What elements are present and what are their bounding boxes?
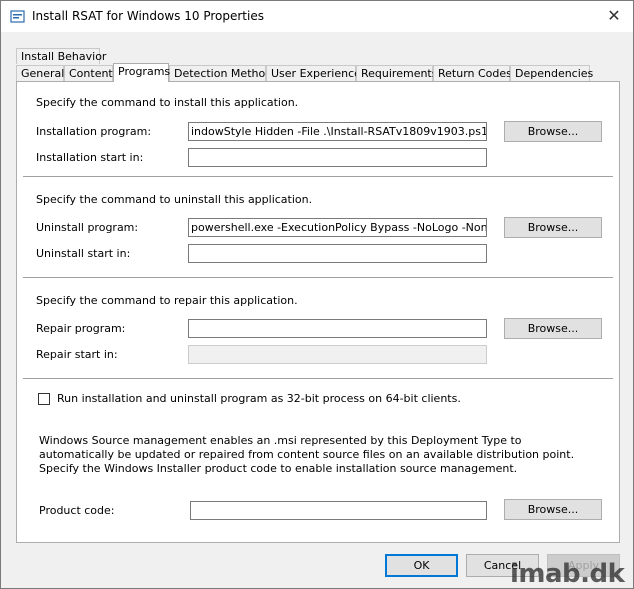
uninstall-program-field[interactable]: powershell.exe -ExecutionPolicy Bypass -…: [188, 218, 487, 237]
product-code-field[interactable]: [190, 501, 487, 520]
title-bar: Install RSAT for Windows 10 Properties ✕: [1, 1, 633, 32]
tab-content[interactable]: Content: [64, 65, 113, 81]
install-heading: Specify the command to install this appl…: [36, 96, 299, 109]
close-icon: ✕: [607, 6, 621, 25]
repair-program-field[interactable]: [188, 319, 487, 338]
repair-start-in-field: [188, 345, 487, 364]
tab-requirements[interactable]: Requirements: [356, 65, 437, 81]
product-code-browse-button[interactable]: Browse...: [504, 499, 602, 520]
checkbox-icon[interactable]: [38, 393, 50, 405]
repair-program-label: Repair program:: [36, 322, 126, 335]
uninstall-program-label: Uninstall program:: [36, 221, 139, 234]
installation-program-label: Installation program:: [36, 125, 152, 138]
window-title: Install RSAT for Windows 10 Properties: [32, 9, 264, 23]
repair-start-in-label: Repair start in:: [36, 348, 118, 361]
repair-browse-button[interactable]: Browse...: [504, 318, 602, 339]
close-button[interactable]: ✕: [599, 5, 629, 27]
uninstall-heading: Specify the command to uninstall this ap…: [36, 193, 313, 206]
uninstall-browse-button[interactable]: Browse...: [504, 217, 602, 238]
product-code-label: Product code:: [39, 504, 115, 517]
uninstall-start-in-field[interactable]: [188, 244, 487, 263]
separator: [23, 277, 613, 279]
installation-start-in-field[interactable]: [188, 148, 487, 167]
ok-button[interactable]: OK: [385, 554, 458, 577]
tab-install-behavior[interactable]: Install Behavior: [16, 48, 106, 64]
properties-dialog: Install RSAT for Windows 10 Properties ✕…: [0, 0, 634, 589]
separator: [23, 176, 613, 178]
tab-programs[interactable]: Programs: [113, 63, 170, 82]
app-icon: [10, 10, 25, 23]
tab-dependencies[interactable]: Dependencies: [510, 65, 593, 81]
tab-detection-method[interactable]: Detection Method: [169, 65, 272, 81]
watermark: imab.dk: [510, 559, 625, 589]
source-management-description: Windows Source management enables an .ms…: [39, 434, 575, 475]
tab-general[interactable]: General: [16, 65, 64, 81]
repair-heading: Specify the command to repair this appli…: [36, 294, 298, 307]
run-32bit-label[interactable]: Run installation and uninstall program a…: [57, 392, 461, 405]
uninstall-start-in-label: Uninstall start in:: [36, 247, 131, 260]
install-browse-button[interactable]: Browse...: [504, 121, 602, 142]
installation-program-field[interactable]: indowStyle Hidden -File .\Install-RSATv1…: [188, 122, 487, 141]
programs-panel: Specify the command to install this appl…: [16, 81, 620, 543]
tab-return-codes[interactable]: Return Codes: [433, 65, 512, 81]
installation-start-in-label: Installation start in:: [36, 151, 144, 164]
tab-user-experience[interactable]: User Experience: [266, 65, 361, 81]
separator: [23, 378, 613, 380]
